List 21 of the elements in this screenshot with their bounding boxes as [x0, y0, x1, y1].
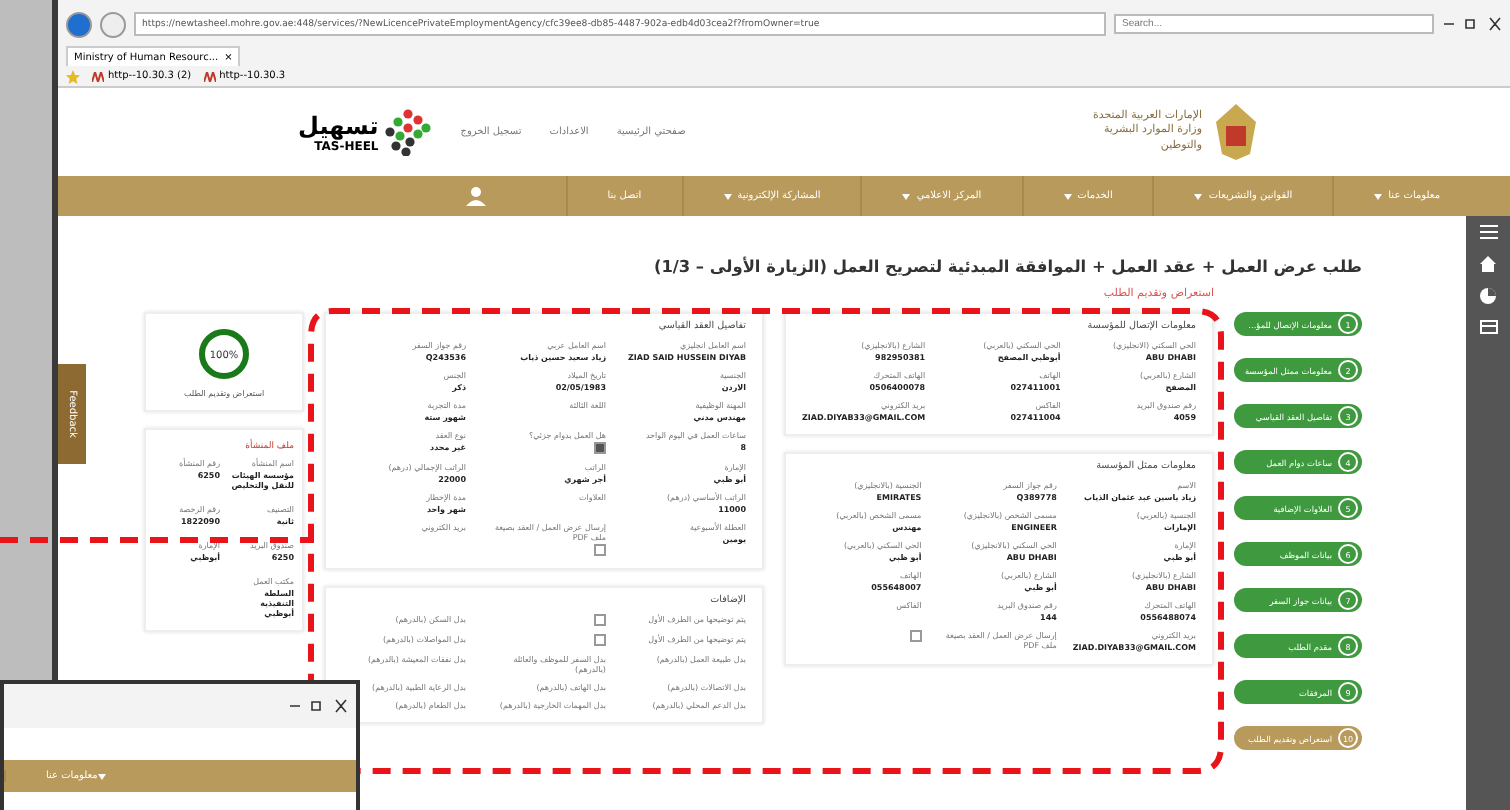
site-icon [203, 71, 216, 81]
site-icon [92, 71, 104, 81]
menu-icon[interactable] [1479, 224, 1497, 240]
logo-text: تسهيل [298, 111, 379, 139]
emblem-icon [1212, 102, 1260, 162]
star-icon[interactable] [66, 69, 80, 83]
checkbox[interactable] [594, 634, 606, 646]
back-icon[interactable] [66, 11, 92, 37]
window-controls-icon[interactable] [288, 698, 348, 714]
user-icon[interactable] [465, 186, 486, 206]
checkbox[interactable] [594, 544, 606, 556]
dots-logo-icon [384, 108, 433, 156]
window-controls-icon[interactable] [1442, 16, 1502, 32]
checkbox[interactable] [594, 442, 606, 454]
pie-chart-icon[interactable] [1480, 288, 1496, 304]
home-icon[interactable] [1480, 256, 1496, 272]
forward-icon[interactable] [100, 11, 126, 37]
checkbox[interactable] [594, 614, 606, 626]
page-title: طلب عرض العمل + عقد العمل + الموافقة المبدئية لتصريح العمل (الزيارة الأولى – 1/3) [651, 254, 1362, 280]
card-icon[interactable] [1479, 320, 1497, 334]
checkbox[interactable] [909, 630, 922, 642]
